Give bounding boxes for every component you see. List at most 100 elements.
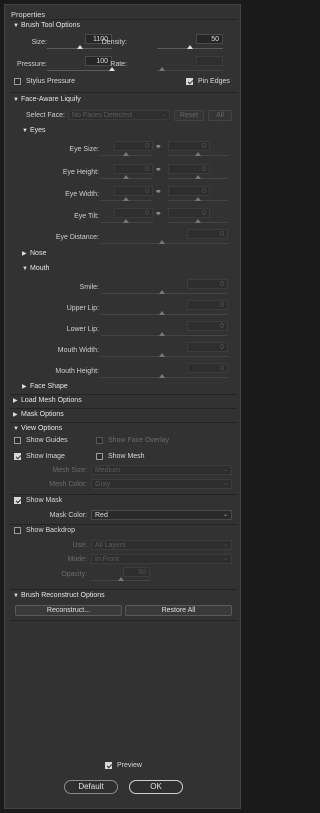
stylus-pressure-checkbox[interactable] (14, 78, 21, 85)
pressure-slider[interactable] (47, 70, 112, 71)
eye-tilt-right-handle[interactable] (195, 219, 201, 223)
select-face-dropdown[interactable]: No Faces Detected ⌄ (68, 110, 170, 120)
eye-distance-input[interactable]: 0 (187, 229, 228, 239)
rate-input[interactable] (196, 56, 223, 66)
upper-lip-input[interactable]: 0 (187, 300, 228, 310)
eye-size-right-input[interactable]: 0 (168, 141, 210, 151)
eye-size-left-handle[interactable] (123, 152, 129, 156)
show-image-checkbox[interactable] (14, 453, 21, 460)
chevron-down-icon: ⌄ (222, 467, 228, 473)
lower-lip-input[interactable]: 0 (187, 321, 228, 331)
density-input[interactable]: 50 (196, 34, 223, 44)
eye-distance-handle[interactable] (159, 240, 165, 244)
section-label: View Options (21, 425, 63, 432)
upper-lip-handle[interactable] (159, 311, 165, 315)
face-shape-header[interactable]: ▶ Face Shape (22, 383, 68, 390)
eye-height-label: Eye Height: (62, 169, 99, 176)
mesh-color-dropdown[interactable]: Gray ⌄ (91, 479, 232, 489)
smile-input[interactable]: 0 (187, 279, 228, 289)
eye-width-right-handle[interactable] (195, 197, 201, 201)
size-slider-handle[interactable] (77, 45, 83, 49)
show-backdrop-checkbox[interactable] (14, 527, 21, 534)
opacity-input[interactable]: 50 (123, 567, 150, 577)
mesh-size-dropdown[interactable]: Medium ⌄ (91, 465, 232, 475)
show-guides-checkbox[interactable] (14, 437, 21, 444)
eye-tilt-right-input[interactable]: 0 (168, 208, 210, 218)
lower-lip-handle[interactable] (159, 332, 165, 336)
face-aware-liquify-header[interactable]: ▼ Face-Aware Liquify (13, 96, 81, 103)
divider (10, 494, 237, 495)
stylus-pressure-label: Stylus Pressure (26, 78, 76, 85)
eye-width-label: Eye Width: (65, 191, 99, 198)
chevron-down-icon: ⌄ (222, 542, 228, 548)
section-label: Brush Tool Options (21, 22, 81, 29)
eye-height-left-input[interactable]: 0 (114, 164, 153, 174)
link-icon[interactable]: ⚭ (155, 187, 162, 196)
pressure-label: Pressure: (17, 61, 47, 68)
pin-edges-checkbox[interactable] (186, 78, 193, 85)
mode-dropdown[interactable]: In Front ⌄ (91, 554, 232, 564)
reset-button[interactable]: Reset (174, 110, 204, 121)
preview-checkbox[interactable] (105, 762, 112, 769)
rate-slider-handle[interactable] (159, 67, 165, 71)
link-icon[interactable]: ⚭ (155, 142, 162, 151)
eye-width-left-handle[interactable] (123, 197, 129, 201)
pressure-input[interactable]: 100 (85, 56, 112, 66)
restore-all-button[interactable]: Restore All (125, 605, 232, 616)
show-face-overlay-checkbox[interactable] (96, 437, 103, 444)
chevron-down-icon: ▼ (13, 593, 19, 599)
eye-height-right-input[interactable]: 0 (168, 164, 210, 174)
mouth-width-handle[interactable] (159, 353, 165, 357)
mouth-height-handle[interactable] (159, 374, 165, 378)
mouth-width-input[interactable]: 0 (187, 342, 228, 352)
eye-height-right-handle[interactable] (195, 175, 201, 179)
chevron-right-icon: ▶ (22, 251, 27, 257)
density-label: Density: (101, 39, 127, 46)
use-value: All Layers (95, 542, 126, 549)
view-options-header[interactable]: ▼ View Options (13, 425, 62, 432)
mesh-color-value: Gray (95, 481, 111, 488)
link-icon[interactable]: ⚭ (155, 165, 162, 174)
divider (10, 589, 237, 590)
mesh-color-label: Mesh Color: (49, 481, 87, 488)
eye-width-right-input[interactable]: 0 (168, 186, 210, 196)
nose-header[interactable]: ▶ Nose (22, 250, 46, 257)
reconstruct-button[interactable]: Reconstruct... (15, 605, 122, 616)
eye-size-right-handle[interactable] (195, 152, 201, 156)
smile-handle[interactable] (159, 290, 165, 294)
rate-slider[interactable] (157, 70, 223, 71)
density-slider-handle[interactable] (187, 45, 193, 49)
eye-size-left-input[interactable]: 0 (114, 141, 153, 151)
show-mask-checkbox[interactable] (14, 497, 21, 504)
section-label: Nose (30, 250, 47, 257)
ok-button[interactable]: OK (129, 780, 183, 794)
eye-size-label: Eye Size: (69, 146, 99, 153)
mask-color-dropdown[interactable]: Red ⌄ (91, 510, 232, 520)
brush-reconstruct-options-header[interactable]: ▼ Brush Reconstruct Options (13, 592, 105, 599)
section-label: Brush Reconstruct Options (21, 592, 105, 599)
opacity-handle[interactable] (118, 577, 124, 581)
load-mesh-options-header[interactable]: ▶ Load Mesh Options (13, 397, 82, 404)
mask-options-header[interactable]: ▶ Mask Options (13, 411, 64, 418)
brush-tool-options-header[interactable]: ▼ Brush Tool Options (13, 22, 80, 29)
use-dropdown[interactable]: All Layers ⌄ (91, 540, 232, 550)
default-button[interactable]: Default (64, 780, 118, 794)
eye-tilt-left-input[interactable]: 0 (114, 208, 153, 218)
show-mesh-checkbox[interactable] (96, 453, 103, 460)
eye-width-left-input[interactable]: 0 (114, 186, 153, 196)
eye-height-left-handle[interactable] (123, 175, 129, 179)
mask-color-value: Red (95, 512, 108, 519)
eyes-header[interactable]: ▼ Eyes (22, 127, 46, 134)
eye-tilt-left-handle[interactable] (123, 219, 129, 223)
section-label: Eyes (30, 127, 46, 134)
chevron-down-icon: ⌄ (222, 512, 228, 518)
link-icon[interactable]: ⚭ (155, 209, 162, 218)
mesh-size-value: Medium (95, 467, 120, 474)
mode-value: In Front (95, 556, 120, 563)
all-button[interactable]: All (208, 110, 232, 121)
mouth-header[interactable]: ▼ Mouth (22, 265, 49, 272)
mouth-height-input[interactable]: 0 (187, 363, 228, 373)
chevron-down-icon: ⌄ (222, 481, 228, 487)
section-label: Face Shape (30, 383, 68, 390)
chevron-right-icon: ▶ (13, 412, 18, 418)
